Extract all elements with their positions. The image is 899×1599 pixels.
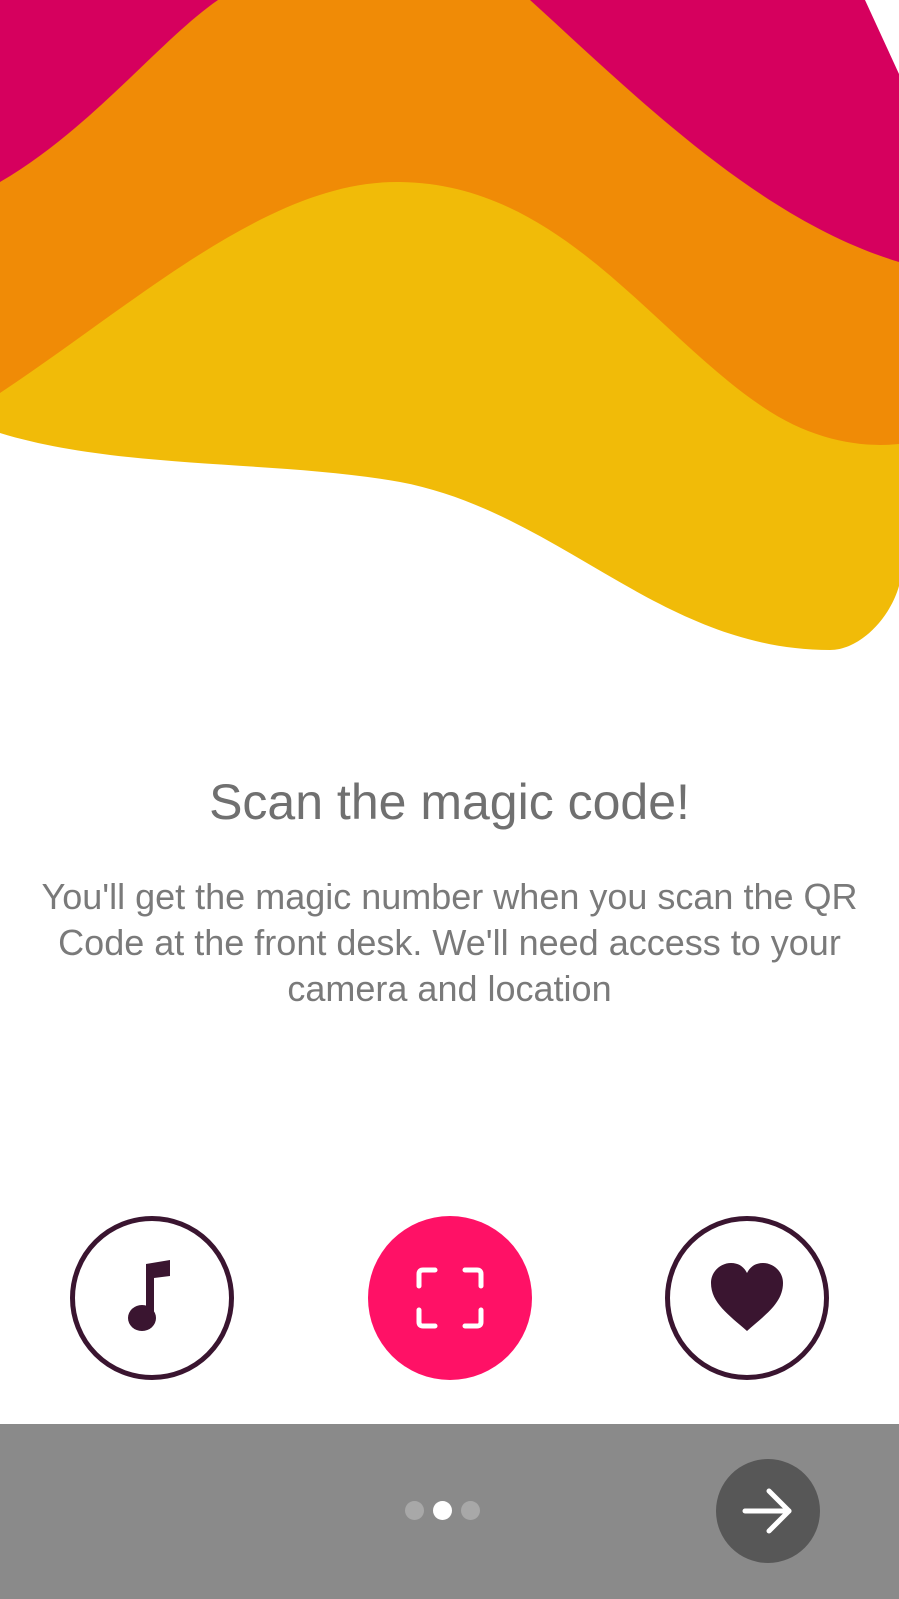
onboarding-screen: Scan the magic code! You'll get the magi… bbox=[0, 0, 899, 1599]
page-dot-2-active[interactable] bbox=[433, 1501, 452, 1520]
music-feature-button[interactable] bbox=[70, 1216, 234, 1380]
page-title: Scan the magic code! bbox=[209, 774, 690, 830]
heart-icon bbox=[711, 1263, 783, 1331]
scan-feature-button[interactable] bbox=[368, 1216, 532, 1380]
next-button[interactable] bbox=[716, 1459, 820, 1563]
scan-frame-icon bbox=[416, 1267, 484, 1329]
heart-feature-button[interactable] bbox=[665, 1216, 829, 1380]
page-description: You'll get the magic number when you sca… bbox=[41, 876, 858, 1009]
arrow-right-icon bbox=[742, 1488, 792, 1534]
decorative-waves bbox=[0, 0, 899, 660]
page-dot-3[interactable] bbox=[461, 1501, 480, 1520]
music-note-icon bbox=[128, 1260, 170, 1331]
page-dot-1[interactable] bbox=[405, 1501, 424, 1520]
page-indicator bbox=[405, 1501, 480, 1520]
